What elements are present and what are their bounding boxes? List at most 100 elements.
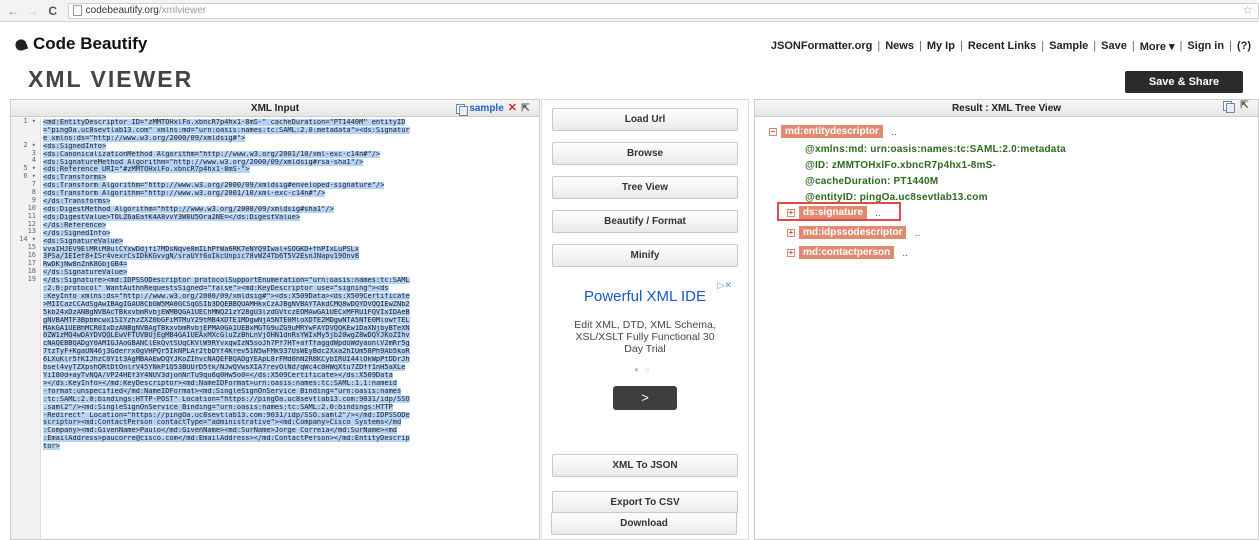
address-bar[interactable]: codebeautify.org/xmlviewer <box>67 2 1259 19</box>
tree-node-signature[interactable]: + ds:signature .. <box>787 206 881 219</box>
code-text: </ds:SignatureValue> <box>43 269 128 277</box>
line-number <box>11 347 36 355</box>
ad-close-icon[interactable]: ▷✕ <box>718 280 732 291</box>
nav-recent-links[interactable]: Recent Links <box>968 40 1036 53</box>
signature-tag[interactable]: ds:signature <box>799 206 868 219</box>
tree-view-button[interactable]: Tree View <box>552 176 738 199</box>
minify-button[interactable]: Minify <box>552 244 738 267</box>
beautify-button[interactable]: Beautify / Format <box>552 210 738 233</box>
xml-editor[interactable]: 1 ▾ 2 ▾ 3 4 5 ▾ 6 ▾ 7 8 9 10 11 12 13 14 ▾ 15 16 17 18 19 … <box>11 118 539 539</box>
line-number <box>11 386 36 394</box>
xml-to-json-button[interactable]: XML To JSON <box>552 454 738 477</box>
load-url-button[interactable]: Load Url <box>552 108 738 131</box>
code-text: </ds:SignedInfo> <box>43 229 111 237</box>
nav-jsonformatter[interactable]: JSONFormatter.org <box>771 40 872 53</box>
line-number <box>11 323 36 331</box>
ad-arrow-button[interactable]: > <box>613 386 677 410</box>
code-line: </ds:Reference> <box>43 221 539 230</box>
tree-node-contactperson[interactable]: + md:contactperson .. <box>787 246 908 259</box>
line-number <box>11 307 36 315</box>
root-attr-id: @ID: zMMTOHxlFo.xbncR7p4hx1-8mS- <box>805 160 996 171</box>
code-text: YiI80d+ayTvNQA/VP24HEf3Y4NUV3djonNrTu9qu… <box>43 372 393 379</box>
code-line: bsel4vyTZXpshQRtDtOnlrV45YNkP1Q53BUUrD5t… <box>43 364 539 372</box>
code-text: ></ds:KeyInfo></md:KeyDescriptor><md:Nam… <box>43 379 398 387</box>
code-line: cNAQEBBQADgY0AMIGJAoGBANClEkQvtSUqCKVlW9… <box>43 340 539 348</box>
result-fullscreen-icon[interactable]: ⇱ <box>1239 100 1250 111</box>
expand-icon[interactable]: + <box>787 208 795 217</box>
tree-node-idpssodescriptor[interactable]: + md:idpssodescriptor .. <box>787 226 920 239</box>
code-line: <ds:Transforms> <box>43 174 539 182</box>
download-button[interactable]: Download <box>551 512 737 535</box>
code-line: <ds:DigestMethod Algorithm="http://www.w… <box>43 205 539 214</box>
idpssodescriptor-ellipsis: .. <box>914 226 921 239</box>
expand-icon[interactable]: + <box>787 228 795 237</box>
contactperson-tag[interactable]: md:contactperson <box>799 246 895 259</box>
code-line: </ds:SignatureValue> <box>43 269 539 277</box>
contactperson-ellipsis: .. <box>902 246 909 259</box>
code-text: RwDKjNw8nZnK8GbjGB4= <box>43 261 128 269</box>
line-number <box>11 442 36 450</box>
nav-help[interactable]: (?) <box>1237 40 1251 53</box>
tree-node-root[interactable]: − md:entitydescriptor .. <box>769 125 897 138</box>
collapse-icon[interactable]: − <box>769 127 777 136</box>
code-text: :EmailAddress>paucorre@cisco.com</md:Ema… <box>43 435 410 443</box>
line-number <box>11 410 36 418</box>
back-icon[interactable]: ← <box>6 4 20 18</box>
nav-my-ip[interactable]: My Ip <box>927 40 955 53</box>
page-icon <box>72 5 82 16</box>
code-text: e xmlns:ds="http://www.w3.org/2000/09/xm… <box>43 134 246 142</box>
code-line: </ds:SignedInfo> <box>43 229 539 238</box>
code-text: -Redirect" Location="https://pingOa.uc8s… <box>43 411 410 419</box>
forward-icon[interactable]: → <box>26 4 40 18</box>
code-text: 6LXuKlr5fKIJhzC0Y1t3AgMBAAEwDQYJKoZIhvcN… <box>43 356 410 364</box>
top-nav: JSONFormatter.org | News | My Ip | Recent L… <box>770 40 1251 53</box>
code-text: tor> <box>43 443 60 451</box>
nav-save[interactable]: Save <box>1101 40 1127 53</box>
copy-icon[interactable] <box>455 103 469 116</box>
code-line: :2.0:protocol" WantAuthnRequestsSigned="… <box>43 285 539 293</box>
reload-icon[interactable]: C <box>46 4 60 18</box>
line-number <box>11 402 36 410</box>
code-text: 0ZW1zMQ4wDAYDVQQLEwVFTUVBUjEgMB4GA1UEAxM… <box>43 332 410 340</box>
ad-box[interactable]: ▷✕ Powerful XML IDE Edit XML, DTD, XML S… <box>552 276 738 444</box>
result-copy-icon[interactable] <box>1222 100 1235 113</box>
line-number <box>11 331 36 339</box>
nav-sample[interactable]: Sample <box>1049 40 1088 53</box>
code-line: <ds:Reference URI="#zMMTOHxlFo.xbncR7p4h… <box>43 166 539 174</box>
root-ellipsis: .. <box>890 125 897 138</box>
logo[interactable]: Code Beautify <box>14 34 147 54</box>
clear-icon[interactable]: ✕ <box>508 100 517 117</box>
xml-input-panel: XML Input sample ✕ ⇱ 1 ▾ 2 ▾ 3 4 5 ▾ 6 ▾ 7 8 9 10… <box>10 99 540 540</box>
code-line: MAkGA1UEBhMCR0IxDzANBgNVBAgTBkxvbmRvbjEP… <box>43 324 539 333</box>
idpssodescriptor-tag[interactable]: md:idpssodescriptor <box>799 226 907 239</box>
bookmark-star-icon[interactable]: ☆ <box>1242 3 1253 17</box>
save-share-button[interactable]: Save & Share <box>1125 71 1243 93</box>
code-line: <ds:SignedInfo> <box>43 142 539 151</box>
code-text: scriptor><md:ContactPerson contactType="… <box>43 419 402 427</box>
browse-button[interactable]: Browse <box>552 142 738 165</box>
code-text: :2.0:protocol" WantAuthnRequestsSigned="… <box>43 285 389 293</box>
code-text: :KeyInfo xmlns:ds="http://www.w3.org/200… <box>43 292 410 300</box>
code-text: .saml2"/><md:SingleSignOnService Binding… <box>43 403 393 411</box>
code-area[interactable]: <md:EntityDescriptor ID="zMMTOHxlFo.xbnc… <box>41 118 539 539</box>
nav-more[interactable]: More ▾ <box>1140 40 1175 53</box>
line-number <box>11 126 36 134</box>
code-text: </ds:Transforms> <box>43 198 111 206</box>
export-csv-button[interactable]: Export To CSV <box>552 491 738 514</box>
ad-title[interactable]: Powerful XML IDE <box>552 288 738 305</box>
code-text: >MIICazCCAdSgAwIBAgIGAU8CbGW5MA0GCSqGSIb… <box>43 300 410 308</box>
nav-news[interactable]: News <box>885 40 914 53</box>
expand-icon[interactable]: + <box>787 248 795 257</box>
sample-link[interactable]: sample <box>469 100 503 117</box>
code-line: e xmlns:ds="http://www.w3.org/2000/09/xm… <box>43 134 539 143</box>
code-text: </ds:Signature><md:IDPSSODescriptor prot… <box>43 277 410 285</box>
fullscreen-icon[interactable]: ⇱ <box>520 103 531 114</box>
code-line: -Redirect" Location="https://pingOa.uc8s… <box>43 411 539 420</box>
code-text: ="pingOa.uc8sevtlab13.com" xmlns:md="urn… <box>43 126 410 134</box>
nav-sign-in[interactable]: Sign in <box>1187 40 1224 53</box>
line-number: 1 ▾ <box>23 118 36 125</box>
code-line: tor> <box>43 443 539 451</box>
line-number <box>11 284 36 292</box>
root-tag[interactable]: md:entitydescriptor <box>781 125 883 138</box>
code-text: gNVBAMTF3Bpbmcwx1SIYzhzZXZ0bGFiMTMuY29tM… <box>43 316 410 324</box>
